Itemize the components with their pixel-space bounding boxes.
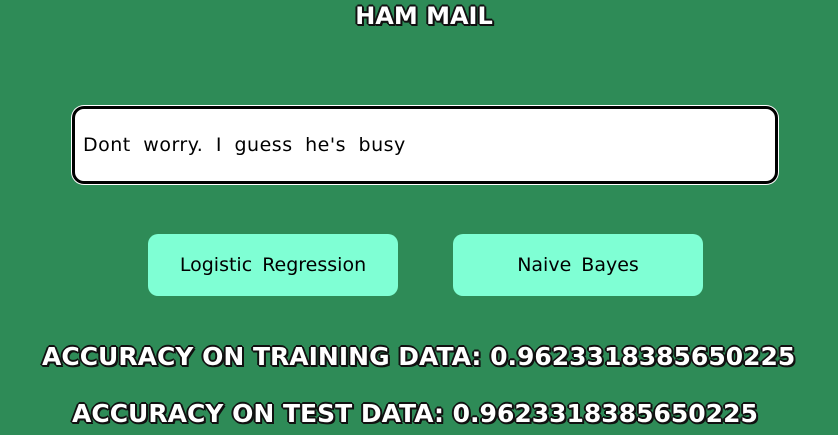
- message-input[interactable]: [75, 109, 775, 181]
- test-accuracy-text: ACCURACY ON TEST DATA: 0.962331838565022…: [72, 399, 758, 428]
- training-accuracy-text: ACCURACY ON TRAINING DATA: 0.96233183856…: [42, 342, 796, 371]
- logistic-regression-button[interactable]: Logistic Regression: [148, 234, 398, 296]
- prediction-title: HAM MAIL: [355, 2, 493, 30]
- message-input-container: [72, 106, 778, 184]
- naive-bayes-button[interactable]: Naive Bayes: [453, 234, 703, 296]
